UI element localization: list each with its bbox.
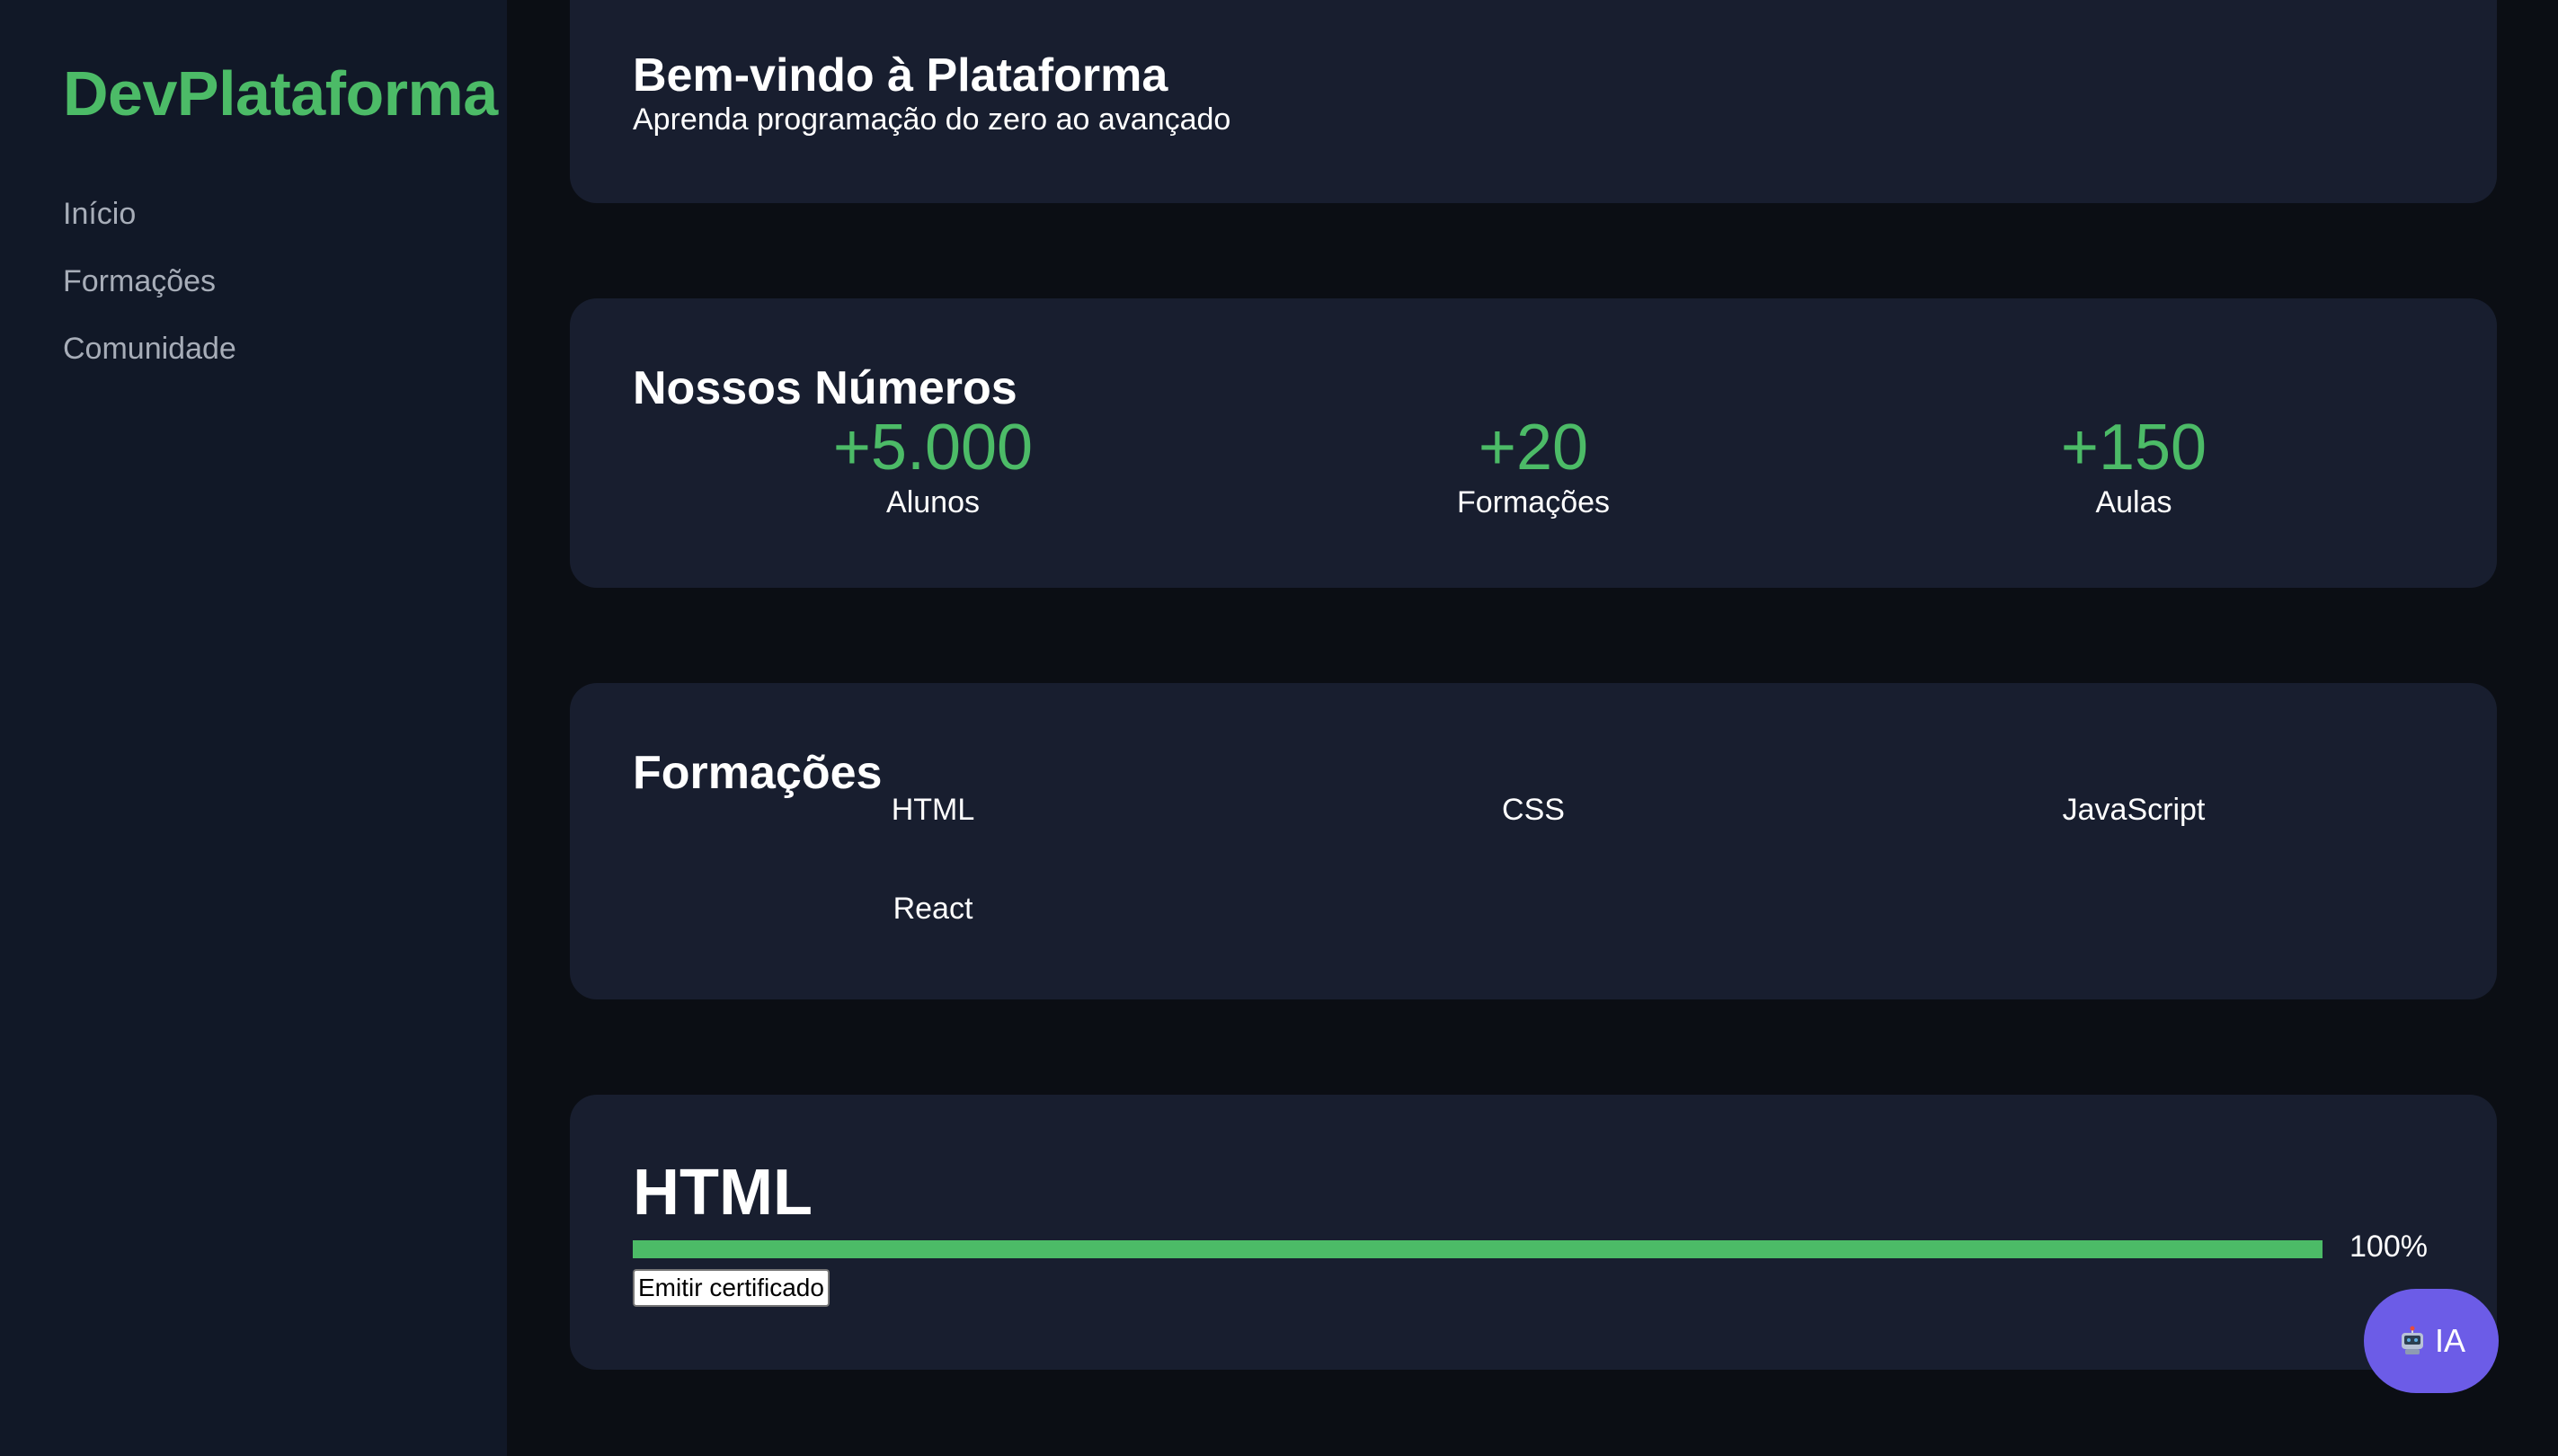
progress-card: HTML 100% Emitir certificado [570,1095,2497,1370]
emit-certificate-button[interactable]: Emitir certificado [633,1269,830,1307]
welcome-title: Bem-vindo à Plataforma [633,49,1168,102]
ai-assistant-label: IA [2434,1322,2465,1359]
courses-card: Formações HTML CSS JavaScript React [570,683,2497,999]
progress-fill [633,1240,2323,1258]
sidebar-item-comunidade[interactable]: Comunidade [63,325,236,393]
stat-value: +20 [1478,412,1589,484]
stat-label: Aulas [2095,485,2172,519]
sidebar-nav: Início Formações Comunidade [63,191,236,393]
progress-bar [633,1240,2323,1258]
stat-alunos: +5.000 Alunos [633,412,1233,521]
stat-formacoes: +20 Formações [1233,412,1834,521]
sidebar-item-inicio[interactable]: Início [63,191,236,258]
ai-assistant-button[interactable]: IA [2364,1289,2499,1393]
sidebar-item-formacoes[interactable]: Formações [63,258,236,325]
brand-logo[interactable]: DevPlataforma [63,58,498,129]
sidebar: DevPlataforma Início Formações Comunidad… [0,0,507,1456]
welcome-card: Bem-vindo à Plataforma Aprenda programaç… [570,0,2497,203]
numbers-title: Nossos Números [633,362,1017,414]
progress-title: HTML [633,1157,813,1229]
stat-aulas: +150 Aulas [1834,412,2434,521]
progress-percent: 100% [2349,1230,2428,1264]
robot-icon [2401,1326,2423,1354]
stat-value: +5.000 [832,412,1034,484]
course-item-css[interactable]: CSS [1233,791,1834,829]
stats-row: +5.000 Alunos +20 Formações +150 Aulas [633,412,2434,521]
stat-label: Formações [1456,485,1611,519]
main-content: Bem-vindo à Plataforma Aprenda programaç… [507,0,2558,1456]
course-item-javascript[interactable]: JavaScript [1834,791,2434,829]
stat-value: +150 [2060,412,2207,484]
numbers-card: Nossos Números +5.000 Alunos +20 Formaçõ… [570,298,2497,588]
welcome-subtitle: Aprenda programação do zero ao avançado [633,102,1231,137]
stat-label: Alunos [886,485,980,519]
course-item-html[interactable]: HTML [633,791,1233,829]
course-item-react[interactable]: React [633,890,1233,928]
courses-grid: HTML CSS JavaScript React [633,791,2434,928]
